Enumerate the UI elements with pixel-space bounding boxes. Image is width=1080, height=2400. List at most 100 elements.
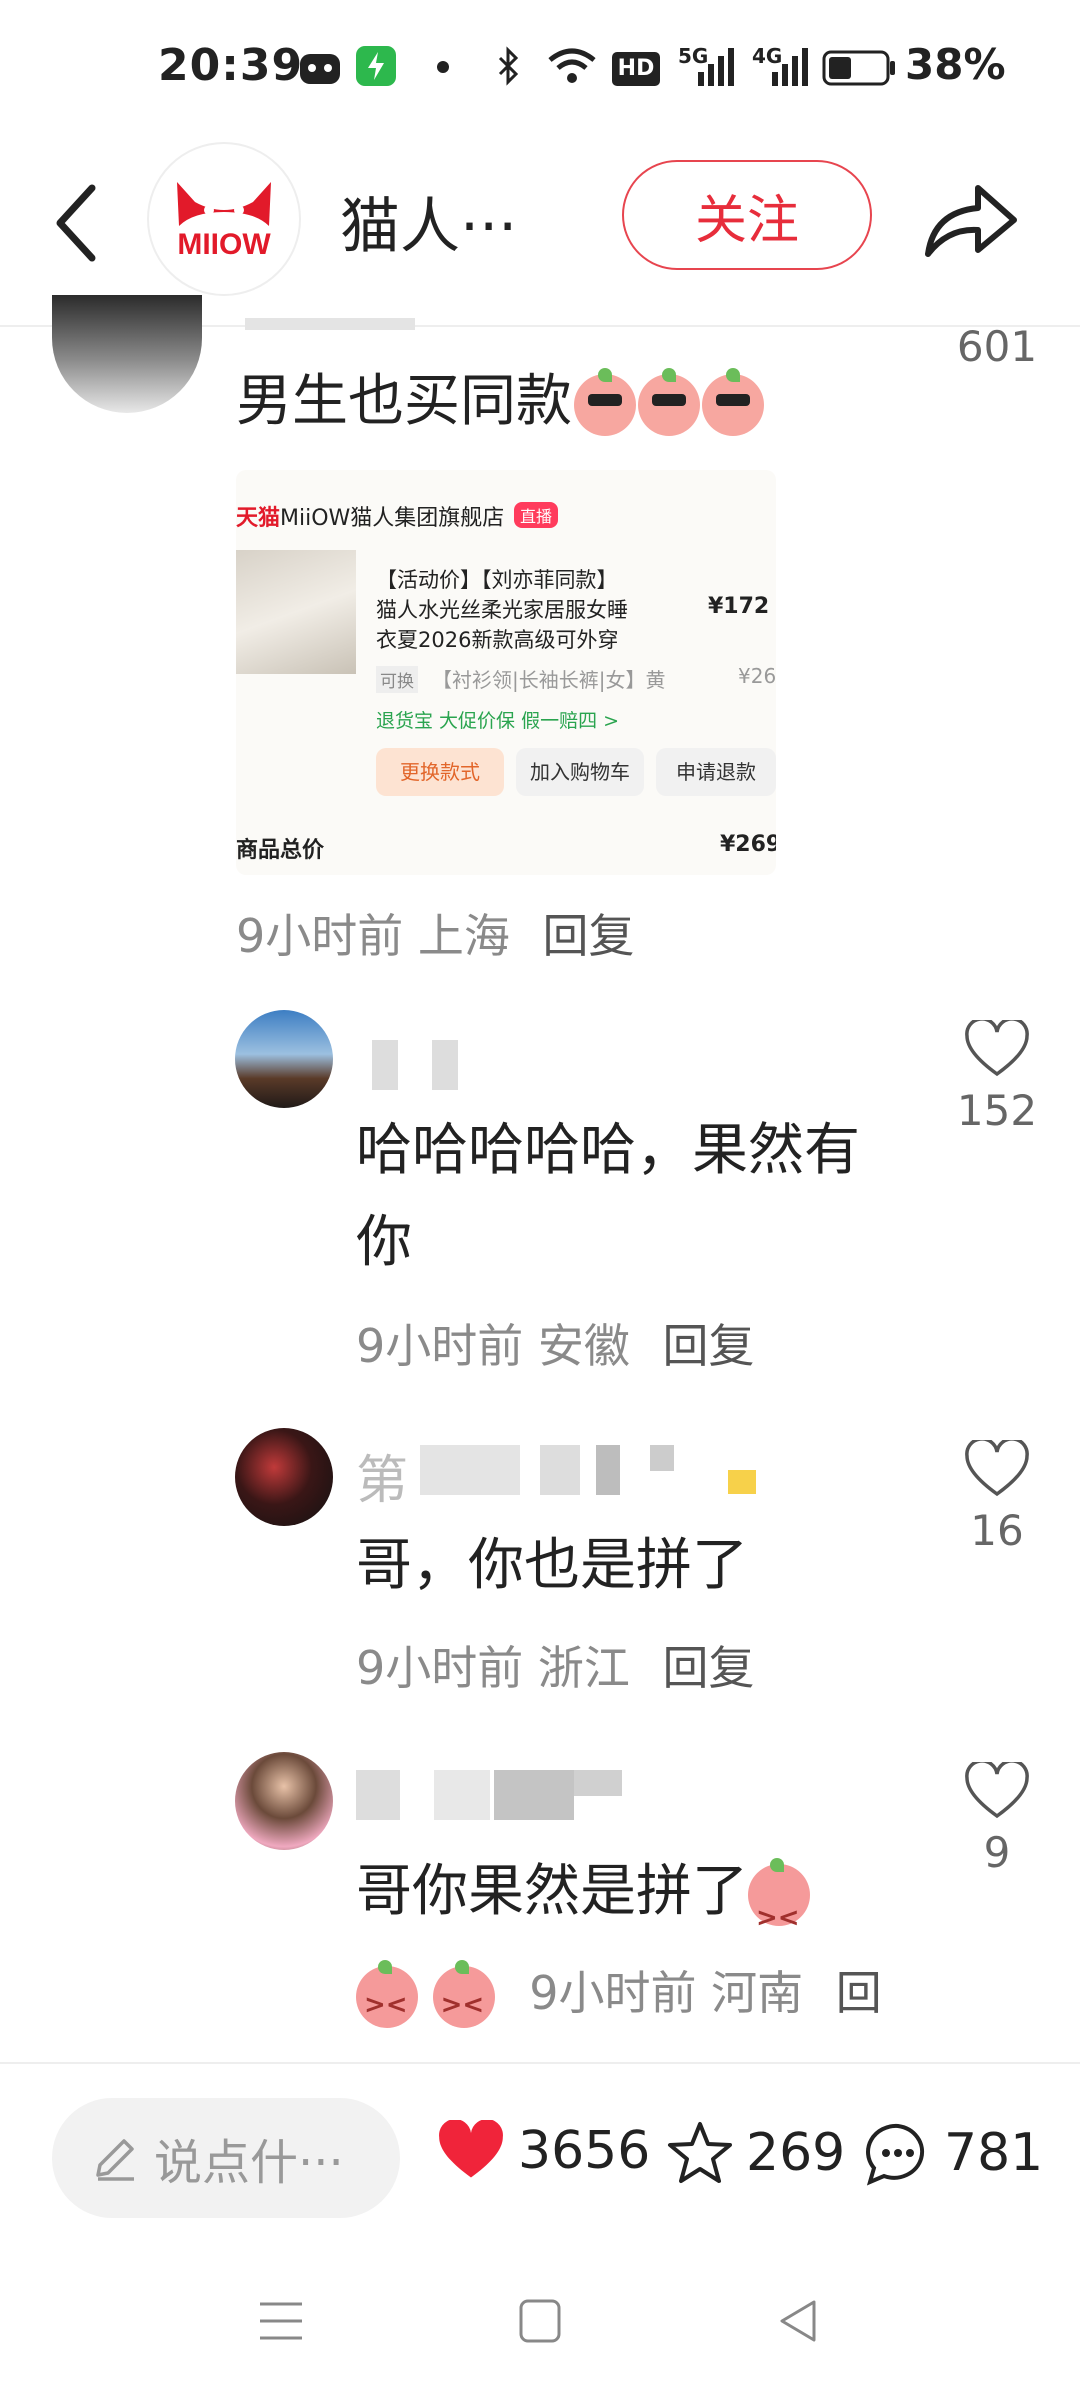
logo-text: MIIOW [177, 228, 271, 261]
back-triangle-icon[interactable] [776, 2298, 820, 2344]
username-blurred [434, 1770, 490, 1820]
username-blurred [245, 318, 415, 330]
battery-icon [822, 50, 895, 86]
like-count: 152 [956, 1086, 1038, 1135]
card-option-price: ¥26 [738, 664, 776, 688]
status-time: 20:39 [158, 40, 304, 91]
reply-button[interactable]: 回 [836, 1966, 882, 2020]
store-logo[interactable]: MIIOW [147, 142, 301, 296]
like-count: 16 [970, 1506, 1024, 1555]
comment-like[interactable]: 9 [952, 1759, 1042, 1877]
comment-text: 男生也买同款 [236, 369, 572, 434]
chat-bubble-icon [866, 2123, 925, 2186]
menu-icon[interactable] [258, 2298, 304, 2344]
laughing-emoji [356, 1959, 418, 2036]
card-total-label: 商品总价 [236, 838, 325, 863]
hd-icon: HD [612, 52, 660, 86]
pencil-icon [96, 2139, 134, 2181]
comment-text-line1: 哈哈哈哈哈，果然有 [356, 1118, 860, 1183]
username-blurred [420, 1445, 520, 1495]
card-price: ¥172 [708, 594, 770, 619]
comment-button[interactable]: 781 [864, 2120, 1043, 2186]
comment-location: 浙江 [537, 1641, 630, 1695]
username-blurred [540, 1445, 580, 1495]
card-store: MiiOW猫人集团旗舰店 [280, 506, 505, 531]
card-title-3: 衣夏2026新款高级可外穿 [376, 628, 619, 652]
signal-icon-1 [698, 48, 734, 86]
card-option: 【衬衫领|长袖长裤|女】黄 [432, 668, 666, 692]
sunglasses-emoji [638, 367, 700, 436]
back-arrow-icon[interactable] [48, 178, 108, 268]
username-blurred [650, 1445, 674, 1471]
badge-icon [728, 1470, 756, 1494]
comment-meta: 9小时前 上海 回复 [236, 900, 635, 966]
comment-like[interactable]: 16 [952, 1437, 1042, 1555]
share-icon[interactable] [920, 168, 1020, 268]
username-prefix: 第 [356, 1451, 409, 1511]
comment-time: 9小时前 [356, 1319, 524, 1373]
favorite-total: 269 [746, 2123, 846, 2183]
card-change-button: 更换款式 [376, 748, 504, 796]
username-blurred [494, 1770, 574, 1820]
card-title-1: 【活动价】【刘亦菲同款】 [376, 568, 618, 592]
comment-input[interactable]: 说点什··· [52, 2098, 400, 2218]
comment-like[interactable]: 152 [952, 1017, 1042, 1135]
username-blurred [596, 1445, 620, 1495]
laughing-emoji [748, 1857, 810, 1964]
reply-button[interactable]: 回复 [543, 909, 635, 963]
avatar[interactable] [235, 1752, 333, 1850]
signal-icon-2 [772, 48, 808, 86]
comment-like[interactable]: 601 [952, 318, 1042, 371]
card-refund-button: 申请退款 [656, 748, 776, 796]
comment-time: 9小时前 [236, 909, 404, 963]
heart-icon [965, 1759, 1029, 1819]
shop-name[interactable]: 猫人··· [340, 178, 517, 265]
like-button[interactable]: 3656 [436, 2120, 650, 2182]
avatar[interactable] [235, 1010, 333, 1108]
like-count: 601 [956, 322, 1038, 371]
comment-total: 781 [944, 2123, 1044, 2183]
star-icon [668, 2122, 732, 2183]
sunglasses-emoji [702, 367, 764, 436]
like-count: 9 [983, 1828, 1011, 1877]
reply-button[interactable]: 回复 [663, 1319, 755, 1373]
card-title-2: 猫人水光丝柔光家居服女睡 [376, 598, 628, 622]
comment-meta: 9小时前 浙江 回复 [356, 1632, 755, 1698]
comment-1: 男生也买同款 [236, 356, 764, 448]
status-bar: 20:39 HD 5G 4G 38% [0, 0, 1080, 130]
card-platform: 天猫 [236, 506, 281, 531]
comment-4: 哥你果然是拼了 [356, 1846, 810, 1964]
cat-logo-icon [177, 182, 271, 226]
follow-button[interactable]: 关注 [622, 160, 872, 270]
comment-text: 哥，你也是拼了 [356, 1533, 748, 1598]
comment-time: 9小时前 [529, 1966, 697, 2020]
comment-meta: 9小时前 河南 回 [356, 1959, 882, 2036]
laughing-emoji [432, 1959, 495, 2036]
heart-icon [965, 1437, 1029, 1497]
bluetooth-icon [498, 46, 519, 86]
order-screenshot-image[interactable]: 天猫 MiiOW猫人集团旗舰店 直播 【活动价】【刘亦菲同款】 猫人水光丝柔光家… [236, 470, 776, 875]
sunglasses-emoji [574, 367, 636, 436]
heart-icon [965, 1017, 1029, 1077]
heart-filled-icon [439, 2120, 503, 2178]
username-blurred [432, 1040, 458, 1090]
comment-location: 安徽 [537, 1319, 630, 1373]
comment-location: 河南 [711, 1966, 804, 2020]
like-total: 3656 [518, 2121, 651, 2181]
username-blurred [356, 1770, 400, 1820]
home-square-icon[interactable] [518, 2298, 562, 2344]
comment-meta: 9小时前 安徽 回复 [356, 1310, 755, 1376]
username-blurred [372, 1040, 398, 1090]
favorite-button[interactable]: 269 [666, 2120, 845, 2186]
card-total-price: ¥269 [720, 832, 776, 857]
wifi-icon [548, 48, 596, 83]
comment-text-line2: 你 [356, 1210, 412, 1275]
game-controller-icon [300, 54, 340, 84]
username-blurred [574, 1770, 622, 1796]
card-cart-button: 加入购物车 [516, 748, 644, 796]
avatar[interactable] [235, 1428, 333, 1526]
reply-button[interactable]: 回复 [663, 1641, 755, 1695]
dot-icon [437, 61, 449, 73]
comment-input-placeholder: 说点什··· [154, 2135, 344, 2191]
avatar[interactable] [52, 295, 202, 413]
